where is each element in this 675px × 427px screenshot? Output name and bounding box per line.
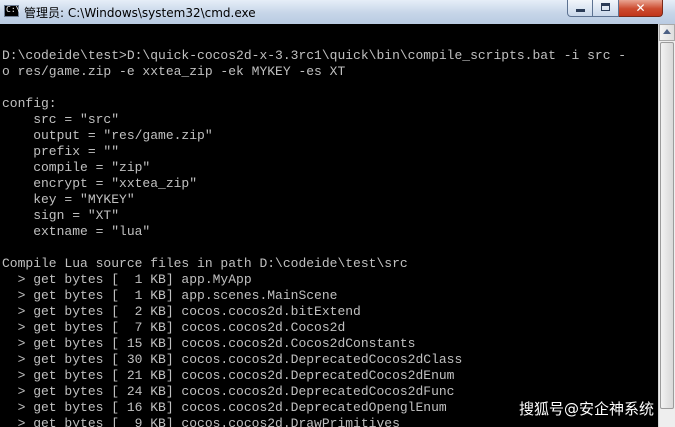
- console-output[interactable]: D:\codeide\test>D:\quick-cocos2d-x-3.3rc…: [0, 24, 658, 427]
- console-line: > get bytes [ 21 KB] cocos.cocos2d.Depre…: [2, 368, 455, 383]
- console-line: > get bytes [ 30 KB] cocos.cocos2d.Depre…: [2, 352, 463, 367]
- minimize-icon: [576, 9, 585, 12]
- console-line: key = "MYKEY": [2, 192, 135, 207]
- close-icon: ✕: [635, 1, 646, 15]
- title-bar[interactable]: C:\ 管理员: C:\Windows\system32\cmd.exe ✕: [0, 0, 675, 25]
- console-line: encrypt = "xxtea_zip": [2, 176, 198, 191]
- maximize-icon: [601, 3, 610, 11]
- console-line: extname = "lua": [2, 224, 151, 239]
- close-button[interactable]: ✕: [619, 0, 663, 17]
- cmd-window: C:\ 管理员: C:\Windows\system32\cmd.exe ✕ D…: [0, 0, 675, 427]
- minimize-button[interactable]: [567, 0, 593, 17]
- console-line: compile = "zip": [2, 160, 151, 175]
- console-line: sign = "XT": [2, 208, 120, 223]
- console-line: output = "res/game.zip": [2, 128, 213, 143]
- prompt-glyph: C:\: [6, 5, 21, 14]
- console-line: > get bytes [ 1 KB] app.scenes.MainScene: [2, 288, 338, 303]
- console-line: Compile Lua source files in path D:\code…: [2, 256, 408, 271]
- console-line: > get bytes [ 15 KB] cocos.cocos2d.Cocos…: [2, 336, 416, 351]
- console-text: D:\codeide\test>D:\quick-cocos2d-x-3.3rc…: [0, 24, 658, 427]
- vertical-scrollbar[interactable]: [658, 24, 675, 427]
- console-line: src = "src": [2, 112, 120, 127]
- window-controls: ✕: [567, 0, 663, 18]
- console-line: D:\codeide\test>D:\quick-cocos2d-x-3.3rc…: [2, 48, 627, 63]
- console-line: o res/game.zip -e xxtea_zip -ek MYKEY -e…: [2, 64, 346, 79]
- cmd-prompt-icon[interactable]: C:\: [4, 5, 21, 17]
- console-line: > get bytes [ 7 KB] cocos.cocos2d.Cocos2…: [2, 320, 346, 335]
- arrow-up-icon: [663, 29, 671, 34]
- maximize-button[interactable]: [593, 0, 619, 17]
- console-line: prefix = "": [2, 144, 120, 159]
- scrollbar-thumb[interactable]: [660, 42, 674, 409]
- console-line: > get bytes [ 2 KB] cocos.cocos2d.bitExt…: [2, 304, 361, 319]
- window-title: 管理员: C:\Windows\system32\cmd.exe: [24, 6, 256, 20]
- console-line: config:: [2, 96, 57, 111]
- scroll-up-button[interactable]: [659, 24, 675, 41]
- console-line: > get bytes [ 1 KB] app.MyApp: [2, 272, 252, 287]
- console-line: > get bytes [ 24 KB] cocos.cocos2d.Depre…: [2, 384, 455, 399]
- watermark: 搜狐号@安企神系统: [519, 400, 655, 418]
